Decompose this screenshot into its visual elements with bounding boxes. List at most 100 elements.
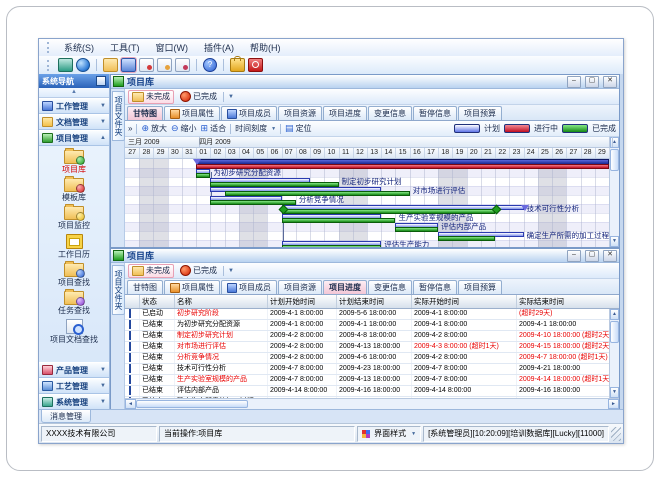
report-edit-icon[interactable] xyxy=(157,58,172,72)
tab-message-management[interactable]: 消息管理 xyxy=(41,410,91,423)
menu-item[interactable]: 帮助(H) xyxy=(243,40,288,55)
tab-项目成员[interactable]: 项目成员 xyxy=(221,106,277,120)
scroll-track[interactable] xyxy=(610,344,619,387)
close-button[interactable] xyxy=(603,250,617,262)
filter-已完成[interactable]: 已完成 xyxy=(176,264,221,278)
scroll-track[interactable] xyxy=(248,399,608,409)
menu-item[interactable]: 工具(T) xyxy=(103,40,147,55)
table-row[interactable]: 已结束为初步研究分配资源2009-4-1 8:00:002009-4-1 18:… xyxy=(125,320,609,331)
tab-项目进度[interactable]: 项目进度 xyxy=(323,106,367,120)
tab-项目属性[interactable]: 项目属性 xyxy=(164,106,220,120)
tab-项目成员[interactable]: 项目成员 xyxy=(221,280,277,294)
sidebar-item-工作日历[interactable]: 工作日历 xyxy=(42,232,106,260)
sidebar-item-模板库[interactable]: 模板库 xyxy=(42,176,106,203)
filter-more-icon[interactable] xyxy=(226,94,236,100)
menu-item[interactable]: 插件(A) xyxy=(197,40,241,55)
minimize-button[interactable] xyxy=(567,250,581,262)
scroll-up-button[interactable]: ▲ xyxy=(610,309,619,320)
table-row[interactable]: 已结束制定初步研究计划2009-4-2 8:00:002009-4-8 18:0… xyxy=(125,331,609,342)
maximize-button[interactable] xyxy=(585,76,599,88)
fit-button[interactable]: ⊞适合 xyxy=(201,123,227,134)
sidebar-group-系统管理[interactable]: 系统管理 xyxy=(39,394,109,410)
lock-icon[interactable] xyxy=(230,58,245,72)
zoom-in-button[interactable]: ⊕放大 xyxy=(141,123,167,134)
tab-项目资源[interactable]: 项目资源 xyxy=(278,280,322,294)
scroll-down-button[interactable]: ▼ xyxy=(610,236,619,247)
sidebar-item-项目查找[interactable]: 项目查找 xyxy=(42,261,106,288)
table-row[interactable]: 已结束技术可行性分析2009-4-7 8:00:002009-4-23 18:0… xyxy=(125,364,609,375)
folder-icon[interactable] xyxy=(103,58,118,72)
scroll-down-button[interactable]: ▼ xyxy=(610,387,619,398)
scroll-thumb[interactable] xyxy=(610,321,619,343)
tab-甘特图[interactable]: 甘特图 xyxy=(127,106,163,120)
table-row[interactable]: 已结束分析竞争情况2009-4-2 8:00:002009-4-6 18:00:… xyxy=(125,353,609,364)
maximize-button[interactable] xyxy=(585,250,599,262)
help-icon[interactable]: ? xyxy=(203,58,217,72)
tab-项目进度[interactable]: 项目进度 xyxy=(323,280,367,294)
sidebar-item-项目库[interactable]: 项目库 xyxy=(42,148,106,175)
column-header-名称[interactable]: 名称 xyxy=(175,295,268,308)
column-header-实际开始时间[interactable]: 实际开始时间 xyxy=(412,295,517,308)
tab-暂停信息[interactable]: 暂停信息 xyxy=(413,280,457,294)
menu-item[interactable]: 系统(S) xyxy=(57,40,101,55)
gantt-bar-actual[interactable] xyxy=(282,245,382,247)
column-header-状态[interactable]: 状态 xyxy=(140,295,175,308)
gantt-bar-actual[interactable] xyxy=(438,236,495,241)
tab-暂停信息[interactable]: 暂停信息 xyxy=(413,106,457,120)
sidebar-group-工作管理[interactable]: 工作管理 xyxy=(39,98,109,114)
tab-项目资源[interactable]: 项目资源 xyxy=(278,106,322,120)
sidebar-group-文档管理[interactable]: 文档管理 xyxy=(39,114,109,130)
sidebar-item-项目监控[interactable]: 项目监控 xyxy=(42,204,106,231)
table-row[interactable]: 已结束生产实验室规模的产品2009-4-7 8:00:002009-4-13 1… xyxy=(125,375,609,386)
sidebar-header-icon[interactable] xyxy=(96,76,106,86)
filter-已完成[interactable]: 已完成 xyxy=(176,90,221,104)
side-tab-project-folder[interactable]: 项目文件夹 xyxy=(112,265,125,315)
sidebar-collapse-strip[interactable]: ▲ xyxy=(39,88,109,98)
column-header-实际结束时间[interactable]: 实际结束时间 xyxy=(517,295,619,308)
menu-item[interactable]: 窗口(W) xyxy=(149,40,196,55)
gantt-more-button[interactable]: » xyxy=(128,124,132,133)
side-tab-project-folder[interactable]: 项目文件夹 xyxy=(112,91,125,141)
time-scale-button[interactable]: 时间刻度 xyxy=(235,123,276,134)
sidebar-group-产品管理[interactable]: 产品管理 xyxy=(39,362,109,378)
scroll-thumb[interactable] xyxy=(136,400,248,408)
close-button[interactable] xyxy=(603,76,617,88)
sidebar-item-任务查找[interactable]: 任务查找 xyxy=(42,289,106,316)
workstation-icon[interactable] xyxy=(58,58,73,72)
tab-项目属性[interactable]: 项目属性 xyxy=(164,280,220,294)
column-header-icon[interactable] xyxy=(125,295,140,308)
filter-未完成[interactable]: 未完成 xyxy=(128,90,174,104)
report-new-icon[interactable] xyxy=(139,58,154,72)
exit-icon[interactable] xyxy=(248,58,263,72)
globe-icon[interactable] xyxy=(76,58,90,72)
table-row[interactable]: 已启动初步研究阶段2009-4-1 8:00:002009-5-6 18:00:… xyxy=(125,309,609,320)
scroll-left-button[interactable]: ◄ xyxy=(125,399,136,409)
scroll-right-button[interactable]: ► xyxy=(608,399,619,409)
table-row[interactable]: 已结束评估内部产品2009-4-14 8:00:002009-4-16 18:0… xyxy=(125,386,609,397)
column-header-计划结束时间[interactable]: 计划结束时间 xyxy=(337,295,412,308)
zoom-out-button[interactable]: ⊖缩小 xyxy=(171,123,197,134)
tab-甘特图[interactable]: 甘特图 xyxy=(127,280,163,294)
column-header-计划开始时间[interactable]: 计划开始时间 xyxy=(268,295,337,308)
tab-变更信息[interactable]: 变更信息 xyxy=(368,280,412,294)
sidebar-group-工艺管理[interactable]: 工艺管理 xyxy=(39,378,109,394)
sidebar-item-项目文档查找[interactable]: 项目文档查找 xyxy=(42,317,106,345)
filter-未完成[interactable]: 未完成 xyxy=(128,264,174,278)
gantt-bar-actual[interactable] xyxy=(395,227,438,232)
filter-more-icon[interactable] xyxy=(226,268,236,274)
minimize-button[interactable] xyxy=(567,76,581,88)
tab-变更信息[interactable]: 变更信息 xyxy=(368,106,412,120)
interface-style-button[interactable]: 界面样式 xyxy=(357,426,421,442)
scroll-thumb[interactable] xyxy=(610,149,619,171)
gantt-bar-actual[interactable] xyxy=(196,173,210,178)
gantt-bar-actual[interactable] xyxy=(282,218,396,223)
table-row[interactable]: 已结束对市场进行评估2009-4-2 8:00:002009-4-13 18:0… xyxy=(125,342,609,353)
locate-button[interactable]: ▤定位 xyxy=(285,123,312,134)
tab-项目预算[interactable]: 项目预算 xyxy=(458,280,502,294)
resize-grip[interactable] xyxy=(611,427,621,441)
sidebar-group-项目管理[interactable]: 项目管理 xyxy=(39,130,109,146)
scroll-track[interactable] xyxy=(610,172,619,236)
tab-项目预算[interactable]: 项目预算 xyxy=(458,106,502,120)
save-icon[interactable] xyxy=(121,58,136,72)
report-del-icon[interactable] xyxy=(175,58,190,72)
